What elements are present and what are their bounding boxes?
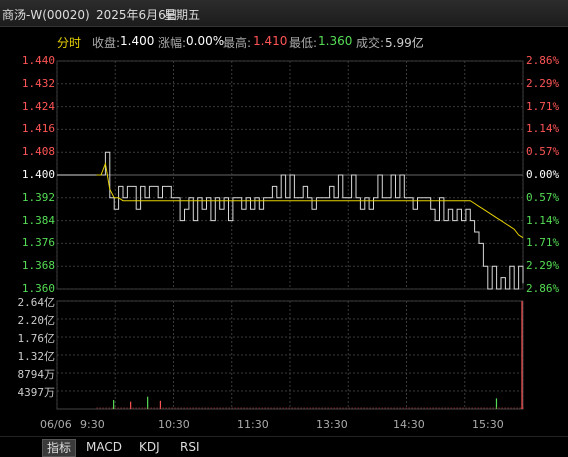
- volume-tick-label: 1.32亿: [17, 350, 56, 363]
- volume-tick-label: 2.20亿: [17, 314, 56, 327]
- tab-macd[interactable]: MACD: [82, 439, 126, 455]
- time-tick-label: 10:30: [158, 418, 190, 431]
- pct-tick-label: 1.14%: [526, 122, 560, 136]
- pct-tick-label: 2.29%: [526, 259, 560, 273]
- time-tick-label: 14:30: [393, 418, 425, 431]
- price-tick-label: 1.392: [21, 190, 55, 204]
- pct-tick-label: 0.57%: [526, 190, 560, 204]
- pct-tick-label: 1.71%: [526, 99, 560, 113]
- price-tick-label: 1.384: [21, 213, 55, 227]
- price-tick-label: 1.400: [21, 168, 55, 181]
- volume-tick-label: 1.76亿: [17, 332, 56, 345]
- intraday-chart[interactable]: [0, 0, 568, 456]
- tab-rsi[interactable]: RSI: [176, 439, 204, 455]
- pct-tick-label: 0.57%: [526, 145, 560, 159]
- pct-tick-label: 2.86%: [526, 282, 560, 295]
- time-tick-label: 13:30: [316, 418, 348, 431]
- pct-tick-label: 2.29%: [526, 76, 560, 90]
- price-tick-label: 1.424: [21, 99, 55, 113]
- price-tick-label: 1.376: [21, 236, 55, 250]
- tab-kdj[interactable]: KDJ: [135, 439, 164, 455]
- price-tick-label: 1.440: [21, 54, 55, 67]
- time-tick-label: 11:30: [237, 418, 269, 431]
- price-tick-label: 1.432: [21, 76, 55, 90]
- pct-tick-label: 0.00%: [526, 168, 560, 181]
- volume-tick-label: 8794万: [17, 368, 56, 381]
- price-tick-label: 1.416: [21, 122, 55, 136]
- tab-indicator[interactable]: 指标: [42, 439, 77, 457]
- price-tick-label: 1.408: [21, 145, 55, 159]
- price-tick-label: 1.368: [21, 259, 55, 273]
- indicator-tab-bar: 指标 MACD KDJ RSI: [0, 436, 568, 457]
- time-tick-label: 9:30: [80, 418, 105, 431]
- time-tick-label: 06/06: [40, 418, 72, 431]
- pct-tick-label: 2.86%: [526, 54, 560, 67]
- pct-tick-label: 1.14%: [526, 213, 560, 227]
- pct-tick-label: 1.71%: [526, 236, 560, 250]
- volume-tick-label: 4397万: [17, 386, 56, 399]
- volume-tick-label: 2.64亿: [17, 296, 56, 309]
- time-tick-label: 15:30: [472, 418, 504, 431]
